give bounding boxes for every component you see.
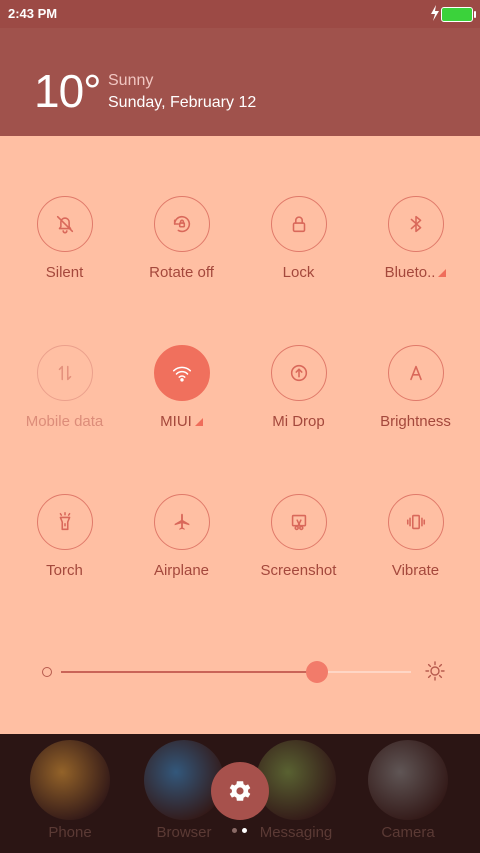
airplane-icon [153,494,210,550]
toggle-label: Brightness [380,413,451,430]
screenshot-icon [270,494,327,550]
app-label: Phone [48,824,92,841]
toggle-wifi[interactable]: MIUI [123,345,240,430]
weather-condition: Sunny [108,72,154,89]
gear-icon [229,781,251,801]
toggle-silent[interactable]: Silent [6,196,123,281]
page-dot [242,828,247,833]
toggle-label: Mobile data [25,413,104,430]
brightness-high-icon [425,661,445,681]
toggle-torch[interactable]: Torch [6,494,123,579]
toggle-mobile-data[interactable]: Mobile data [6,345,123,430]
toggle-bluetooth[interactable]: Blueto.. [357,196,474,281]
toggle-airplane[interactable]: Airplane [123,494,240,579]
app-camera[interactable]: Camera [363,740,453,841]
submenu-indicator-icon [194,418,203,427]
brightness-low-icon [42,667,52,677]
toggle-vibrate[interactable]: Vibrate [357,494,474,579]
toggle-screenshot[interactable]: Screenshot [240,494,357,579]
camera-app-icon [368,740,448,820]
app-label: Camera [381,824,435,841]
toggle-label: Silent [45,264,84,281]
toggle-label: MIUI [123,413,240,430]
lock-icon [270,196,327,252]
messaging-app-icon [256,740,336,820]
battery-icon [441,7,476,22]
status-bar: 2:43 PM [0,0,480,28]
toggle-brightness[interactable]: Brightness [357,345,474,430]
vibrate-icon [387,494,444,550]
bell-off-icon [36,196,93,252]
app-phone[interactable]: Phone [25,740,115,841]
weather-date: Sunday, February 12 [108,94,257,111]
home-screen-dock: Phone Browser Messaging Camera [0,734,480,853]
toggle-label: Rotate off [149,264,214,281]
page-dot [232,828,237,833]
brightness-thumb[interactable] [305,661,328,683]
status-time: 2:43 PM [8,6,58,21]
upload-icon [270,345,327,401]
weather-temperature: 10° [34,65,102,117]
auto-brightness-icon [387,345,444,401]
toggle-mi-drop[interactable]: Mi Drop [240,345,357,430]
brightness-slider[interactable] [42,660,446,684]
charging-icon [431,5,439,21]
brightness-track[interactable] [61,661,411,683]
weather-header[interactable]: 10° Sunny Sunday, February 12 [0,28,480,136]
app-label: Messaging [259,824,333,841]
brightness-fill [61,671,317,673]
toggle-label: Screenshot [260,562,337,579]
bluetooth-icon [387,196,444,252]
toggle-label: Blueto.. [357,264,474,281]
toggle-label: Mi Drop [272,413,325,430]
flashlight-icon [36,494,93,550]
toggle-label: Airplane [153,562,210,579]
toggle-label: Vibrate [391,562,440,579]
quick-settings-panel: Silent Rotate off Lock Blueto.. Mobile d… [0,136,480,734]
page-indicator [232,828,252,834]
phone-app-icon [30,740,110,820]
toggle-rotate[interactable]: Rotate off [123,196,240,281]
mobile-data-icon [36,345,93,401]
rotate-lock-icon [153,196,210,252]
app-label: Browser [156,824,212,841]
toggle-label: Torch [46,562,83,579]
wifi-icon [153,345,210,401]
toggle-label: Lock [282,264,315,281]
settings-button[interactable] [211,762,269,820]
toggle-lock[interactable]: Lock [240,196,357,281]
submenu-indicator-icon [438,269,447,278]
